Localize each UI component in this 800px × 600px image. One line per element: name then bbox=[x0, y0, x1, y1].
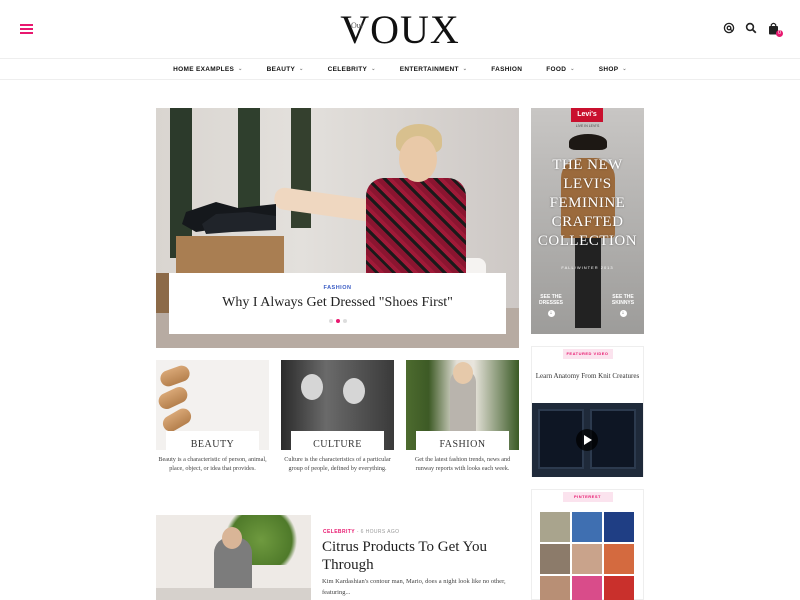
category-label-box[interactable]: CULTURE bbox=[291, 431, 384, 453]
category-description: Beauty is a characteristic of person, an… bbox=[158, 456, 267, 472]
pin-thumbnail[interactable] bbox=[540, 544, 570, 574]
nav-label: HOME EXAMPLES bbox=[173, 65, 235, 73]
nav-label: FASHION bbox=[491, 65, 523, 73]
ad-cta-skinnys[interactable]: SEE THE SKINNYS ↓ bbox=[608, 294, 638, 317]
ad-brand-logo: Levi's bbox=[571, 108, 603, 122]
pinterest-grid bbox=[540, 512, 636, 600]
meta-separator: - bbox=[356, 529, 359, 535]
pin-thumbnail[interactable] bbox=[540, 512, 570, 542]
pin-thumbnail[interactable] bbox=[604, 544, 634, 574]
slider-dot[interactable] bbox=[342, 319, 347, 323]
video-title[interactable]: Learn Anatomy From Knit Creatures bbox=[532, 371, 643, 381]
chevron-down-icon: ⌄ bbox=[462, 66, 468, 72]
article-title[interactable]: Citrus Products To Get You Through bbox=[322, 538, 512, 574]
header-icons: 0 bbox=[722, 20, 783, 37]
nav-item-home-examples[interactable]: HOME EXAMPLES ⌄ bbox=[161, 66, 254, 73]
logo-small-text: Our bbox=[351, 21, 364, 30]
pinterest-widget: PINTEREST bbox=[531, 489, 644, 600]
arrow-down-icon: ↓ bbox=[547, 310, 555, 317]
ad-season: FALL/WINTER 2013 bbox=[561, 265, 614, 270]
pin-thumbnail[interactable] bbox=[572, 512, 602, 542]
arrow-down-icon: ↓ bbox=[619, 310, 627, 317]
hero-title[interactable]: Why I Always Get Dressed "Shoes First" bbox=[169, 295, 506, 311]
ad-image-detail bbox=[575, 238, 601, 328]
pin-thumbnail[interactable] bbox=[572, 544, 602, 574]
video-thumbnail[interactable] bbox=[532, 403, 643, 477]
slider-dot-active[interactable] bbox=[335, 319, 340, 323]
article-category[interactable]: CELEBRITY bbox=[323, 529, 355, 535]
search-icon[interactable] bbox=[744, 20, 758, 36]
category-description: Get the latest fashion trends, news and … bbox=[414, 456, 511, 472]
category-label: FASHION bbox=[439, 439, 486, 450]
category-label-box[interactable]: BEAUTY bbox=[166, 431, 259, 453]
nav-item-celebrity[interactable]: CELEBRITY ⌄ bbox=[316, 66, 388, 73]
ad-image-detail bbox=[569, 134, 607, 150]
main-nav: HOME EXAMPLES ⌄ BEAUTY ⌄ CELEBRITY ⌄ ENTERT… bbox=[0, 58, 800, 80]
pin-thumbnail[interactable] bbox=[572, 576, 602, 600]
category-label: CULTURE bbox=[313, 439, 362, 450]
category-description: Culture is the characteristics of a part… bbox=[284, 456, 391, 472]
widget-tag: PINTEREST bbox=[562, 492, 613, 502]
chevron-down-icon: ⌄ bbox=[299, 66, 304, 72]
nav-item-food[interactable]: FOOD ⌄ bbox=[534, 66, 586, 73]
widget-tag: FEATURED VIDEO bbox=[562, 349, 613, 359]
hero-caption[interactable]: FASHION Why I Always Get Dressed "Shoes … bbox=[169, 273, 506, 334]
hero-image-detail bbox=[176, 236, 284, 276]
nav-label: CELEBRITY bbox=[327, 65, 368, 73]
ad-brand-tagline: LIVE IN LEVI'S bbox=[575, 124, 600, 128]
site-header: Our VOUX 0 bbox=[0, 0, 800, 58]
hero-image-detail bbox=[182, 202, 276, 234]
category-card-culture[interactable]: CULTURE Culture is the characteristics o… bbox=[281, 360, 394, 490]
image-detail bbox=[156, 588, 311, 600]
image-detail bbox=[158, 363, 192, 389]
nav-label: FOOD bbox=[546, 65, 567, 73]
ad-cta-label: SEE THE SKINNYS bbox=[611, 294, 635, 306]
sidebar-ad[interactable]: Levi's LIVE IN LEVI'S THE NEW LEVI'S FEM… bbox=[531, 108, 644, 334]
site-logo[interactable]: Our VOUX bbox=[330, 8, 470, 52]
play-icon[interactable] bbox=[576, 429, 598, 451]
featured-video-widget: FEATURED VIDEO Learn Anatomy From Knit C… bbox=[531, 346, 644, 477]
hero-slider[interactable]: FASHION Why I Always Get Dressed "Shoes … bbox=[156, 108, 519, 348]
nav-item-entertainment[interactable]: ENTERTAINMENT ⌄ bbox=[388, 66, 480, 73]
nav-label: ENTERTAINMENT bbox=[399, 65, 459, 73]
menu-icon[interactable] bbox=[20, 24, 33, 34]
chevron-down-icon: ⌄ bbox=[570, 66, 575, 72]
cart-count-badge: 0 bbox=[776, 30, 783, 37]
slider-dots bbox=[169, 319, 506, 323]
chevron-down-icon: ⌄ bbox=[238, 66, 243, 72]
article-time: 6 HOURS AGO bbox=[360, 529, 400, 535]
chevron-down-icon: ⌄ bbox=[371, 66, 376, 72]
category-label: BEAUTY bbox=[190, 439, 235, 450]
category-label-box[interactable]: FASHION bbox=[416, 431, 509, 453]
category-card-fashion[interactable]: FASHION Get the latest fashion trends, n… bbox=[406, 360, 519, 490]
pin-thumbnail[interactable] bbox=[604, 576, 634, 600]
nav-item-beauty[interactable]: BEAUTY ⌄ bbox=[255, 66, 316, 73]
nav-item-fashion[interactable]: FASHION bbox=[479, 66, 534, 73]
nav-label: BEAUTY bbox=[266, 65, 296, 73]
article-thumbnail[interactable] bbox=[156, 515, 311, 600]
pin-thumbnail[interactable] bbox=[540, 576, 570, 600]
category-card-beauty[interactable]: BEAUTY Beauty is a characteristic of per… bbox=[156, 360, 269, 490]
ad-cta-dresses[interactable]: SEE THE DRESSES ↓ bbox=[536, 294, 566, 317]
cart-icon[interactable]: 0 bbox=[766, 20, 783, 37]
slider-dot[interactable] bbox=[328, 319, 333, 323]
nav-label: SHOP bbox=[598, 65, 619, 73]
pin-thumbnail[interactable] bbox=[604, 512, 634, 542]
hero-image-detail bbox=[366, 178, 466, 288]
image-detail bbox=[222, 527, 242, 549]
chevron-down-icon: ⌄ bbox=[622, 66, 627, 72]
ad-headline: THE NEW LEVI'S FEMININE CRAFTED COLLECTI… bbox=[537, 157, 638, 249]
image-detail bbox=[453, 362, 473, 384]
article-excerpt: Kim Kardashian's contour man, Mario, doe… bbox=[322, 578, 506, 596]
image-detail bbox=[343, 378, 365, 404]
image-detail bbox=[301, 374, 323, 400]
article-meta: CELEBRITY - 6 HOURS AGO bbox=[323, 529, 399, 535]
hero-image-detail bbox=[399, 136, 437, 182]
ad-cta-label: SEE THE DRESSES bbox=[539, 294, 563, 306]
hero-category[interactable]: FASHION bbox=[169, 285, 506, 291]
at-icon[interactable] bbox=[722, 20, 736, 36]
nav-item-shop[interactable]: SHOP ⌄ bbox=[587, 66, 639, 73]
